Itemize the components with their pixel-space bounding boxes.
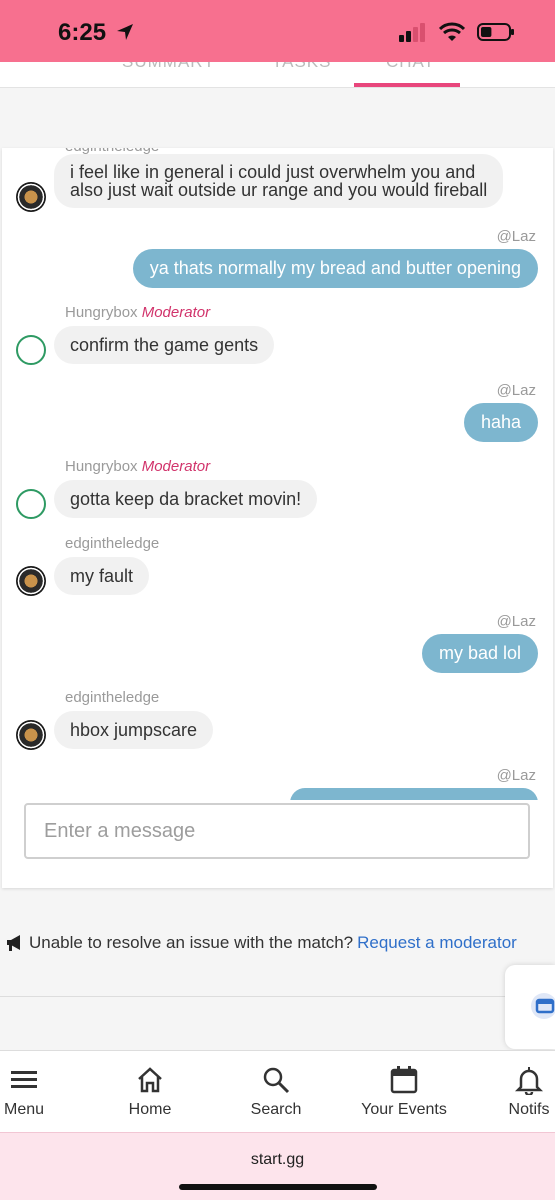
nav-label: Search	[250, 1101, 302, 1118]
nav-label: Menu	[3, 1101, 45, 1118]
search-icon	[263, 1067, 290, 1094]
bottom-nav: Menu Home Search Your Events Notifs	[0, 1050, 555, 1132]
megaphone-icon	[7, 935, 20, 951]
nav-your-events[interactable]: Your Events	[356, 1065, 452, 1119]
message-handle: @Laz	[496, 382, 536, 399]
message-sender: Hungrybox Moderator	[65, 458, 211, 475]
home-icon	[138, 1067, 162, 1093]
message-bubble-own	[290, 788, 538, 800]
message-bubble: confirm the game gents	[54, 326, 275, 364]
side-panel-tab[interactable]	[505, 965, 555, 1049]
nav-home[interactable]: Home	[118, 1065, 182, 1119]
tab-summary[interactable]: SUMMARY	[122, 62, 216, 72]
browser-bar: start.gg	[0, 1132, 555, 1200]
tab-chat[interactable]: CHAT	[386, 62, 435, 72]
bell-icon	[514, 1067, 544, 1095]
request-moderator-link[interactable]: Request a moderator	[357, 933, 517, 953]
url-display[interactable]: start.gg	[0, 1151, 555, 1169]
status-bar: 6:25	[0, 0, 555, 62]
message-handle: @Laz	[496, 613, 536, 630]
match-tabs: SUMMARY TASKS CHAT	[0, 62, 555, 88]
tab-tasks[interactable]: TASKS	[272, 62, 331, 72]
message-sender: Hungrybox Moderator	[65, 304, 211, 321]
chat-messages[interactable]: edgintheledge i feel like in general i c…	[2, 148, 553, 800]
wifi-icon	[439, 22, 465, 41]
window-icon	[531, 993, 555, 1019]
message-bubble: my fault	[54, 557, 150, 595]
avatar	[16, 335, 46, 365]
footer-band	[0, 996, 555, 1050]
moderator-request-row: Unable to resolve an issue with the matc…	[5, 933, 517, 953]
location-arrow-icon	[117, 24, 133, 40]
home-indicator[interactable]	[179, 1184, 377, 1190]
nav-label: Your Events	[361, 1101, 447, 1118]
nav-menu[interactable]: Menu	[0, 1065, 48, 1119]
avatar	[16, 720, 46, 750]
message-handle: @Laz	[496, 767, 536, 784]
avatar	[16, 182, 46, 212]
message-sender: edgintheledge	[65, 689, 160, 706]
message-bubble-own: my bad lol	[421, 634, 538, 673]
message-sender: edgintheledge	[65, 535, 160, 552]
chat-panel: edgintheledge i feel like in general i c…	[2, 148, 553, 888]
nav-notifs[interactable]: Notifs	[504, 1065, 554, 1119]
issue-text: Unable to resolve an issue with the matc…	[29, 933, 354, 952]
moderator-badge: Moderator	[141, 304, 211, 321]
moderator-badge: Moderator	[141, 458, 211, 475]
message-input-wrapper	[24, 803, 530, 859]
nav-search[interactable]: Search	[240, 1065, 312, 1119]
avatar	[16, 566, 46, 596]
message-bubble-own: ya thats normally my bread and butter op…	[132, 249, 538, 288]
signal-icon	[399, 23, 425, 42]
message-bubble: hbox jumpscare	[54, 711, 214, 749]
message-handle: @Laz	[496, 228, 536, 245]
calendar-icon	[390, 1066, 418, 1094]
message-bubble: i feel like in general i could just over…	[54, 154, 504, 208]
avatar	[16, 489, 46, 519]
nav-label: Home	[128, 1101, 172, 1118]
message-bubble-own: haha	[463, 403, 538, 442]
menu-icon	[11, 1071, 37, 1088]
battery-icon	[477, 23, 514, 41]
message-input[interactable]	[26, 805, 528, 857]
nav-label: Notifs	[508, 1101, 550, 1118]
tab-active-indicator	[354, 83, 460, 87]
status-time: 6:25	[58, 19, 107, 46]
status-icons	[399, 22, 515, 42]
message-bubble: gotta keep da bracket movin!	[54, 480, 318, 518]
